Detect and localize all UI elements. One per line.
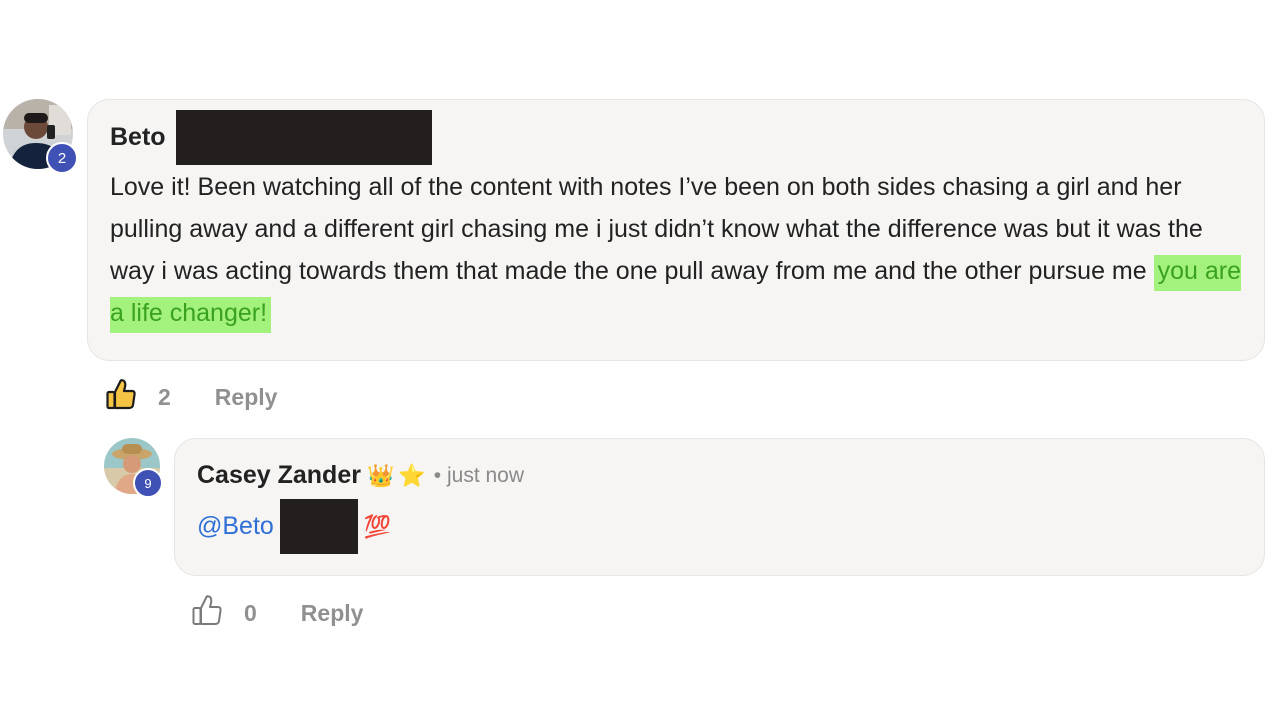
reply-actions: 0 Reply [192, 594, 363, 632]
thumbs-up-icon[interactable] [106, 378, 136, 416]
reply-button[interactable]: Reply [215, 384, 278, 411]
mention-link[interactable]: @Beto [197, 512, 274, 541]
thumbs-up-outline-icon[interactable] [192, 594, 222, 632]
comment-body: Love it! Been watching all of the conten… [110, 166, 1250, 334]
star-icon: ⭐ [398, 462, 426, 488]
like-count: 2 [158, 383, 171, 410]
crown-icon: 👑 [366, 462, 395, 488]
reply-author-name[interactable]: Casey Zander [197, 461, 361, 490]
reply-header: Casey Zander 👑 ⭐ • just now [197, 461, 524, 490]
redacted-block [175, 110, 432, 165]
reply-button[interactable]: Reply [301, 600, 364, 627]
hundred-icon: 💯 [363, 513, 392, 539]
comment-body-text: Love it! Been watching all of the conten… [110, 173, 1203, 285]
comment-header: Beto [110, 110, 432, 165]
level-badge-casey: 9 [133, 468, 163, 498]
reply-timestamp: • just now [433, 463, 525, 487]
level-badge-beto: 2 [46, 142, 78, 174]
like-count: 0 [244, 599, 257, 626]
comment-author-name[interactable]: Beto [110, 123, 166, 152]
reply-body: @Beto 💯 [197, 499, 391, 554]
comment-bubble: Beto Love it! Been watching all of the c… [87, 99, 1265, 361]
reply-bubble: Casey Zander 👑 ⭐ • just now @Beto 💯 [174, 438, 1265, 576]
comment-actions: 2 Reply [106, 378, 277, 416]
redacted-block [279, 499, 358, 554]
